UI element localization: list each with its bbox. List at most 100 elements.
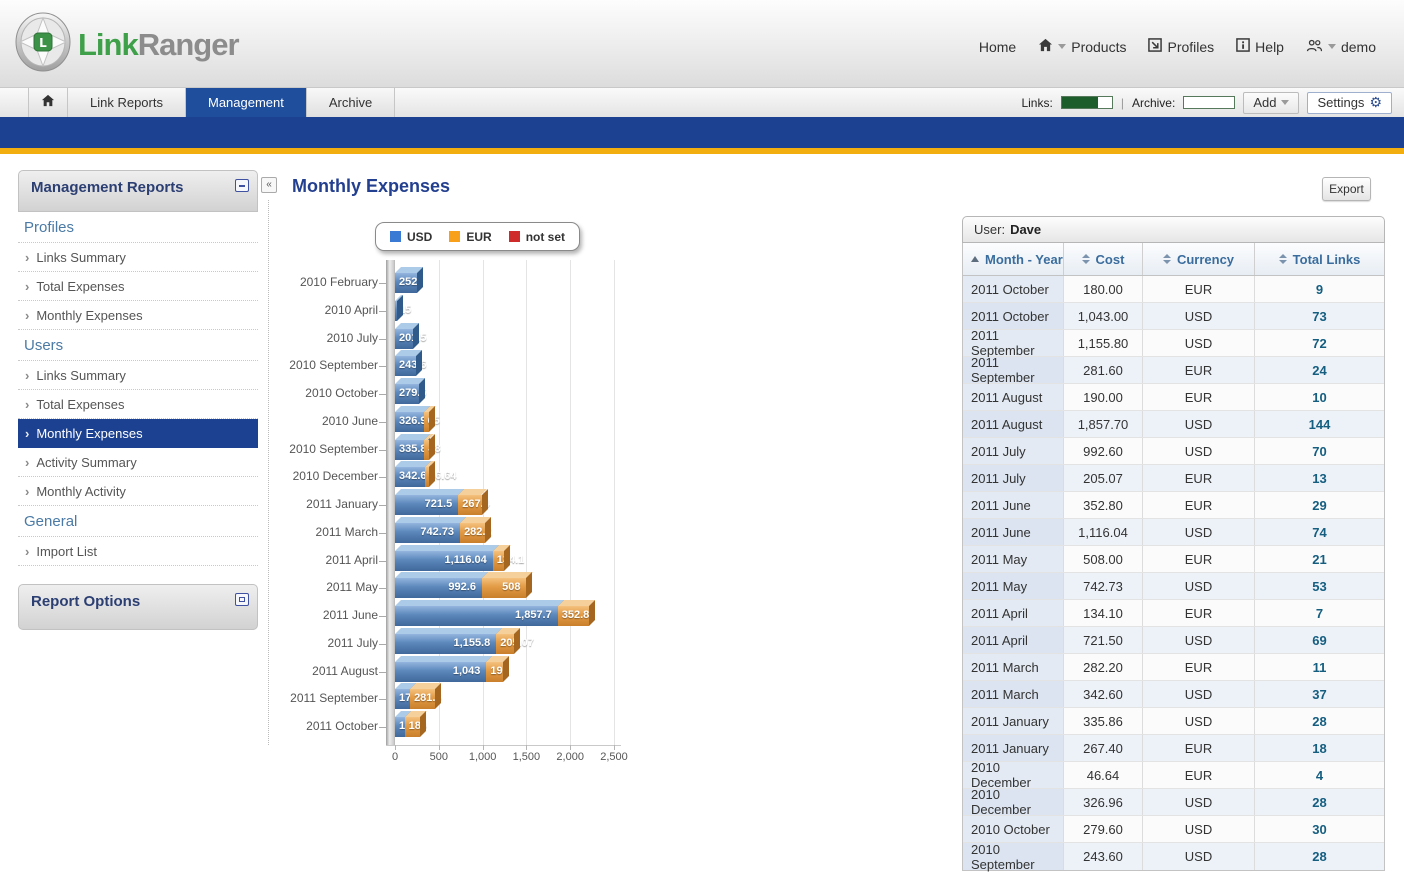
bar-value-label: 65 [428,415,440,427]
bar-value-label: 252 [399,276,417,288]
sort-icon [1279,254,1287,264]
column-header-month-year[interactable]: Month - Year [963,243,1063,275]
chart-bar-eur: 205.07 [496,634,514,654]
sidebar-section-users: Users [18,330,258,361]
chart-bar-eur: 180 [405,717,421,737]
management-reports-panel: Management Reports Profiles›Links Summar… [18,170,258,566]
bar-value-label: 282.2 [464,526,492,538]
sidebar-item-users-activity-summary[interactable]: ›Activity Summary [18,448,258,477]
users-icon [1306,39,1323,55]
cell-total-links: 30 [1254,816,1384,842]
sidebar-item-profiles-total-expenses[interactable]: ›Total Expenses [18,272,258,301]
brand-name: LinkRanger [78,27,239,63]
bar-value-label: 721.5 [399,498,452,510]
chart-gridline [570,260,571,745]
home-tab-icon [41,88,55,117]
chart-axis-tick [526,745,527,750]
chart-category-label: 2010 October [256,386,378,400]
chart-bar-eur: 134.1 [493,551,505,571]
bar-value-label: 172 [399,692,417,704]
chart-category-tick [379,477,386,478]
sidebar-item-profiles-links-summary[interactable]: ›Links Summary [18,243,258,272]
tab-management[interactable]: Management [186,88,307,117]
cell-total-links: 69 [1254,627,1384,653]
bar-value-label: 508 [486,581,521,593]
sidebar-item-users-monthly-activity[interactable]: ›Monthly Activity [18,477,258,506]
chevron-right-icon: › [25,361,29,390]
add-button[interactable]: Add [1243,92,1299,114]
links-progress-bar [1061,96,1113,109]
cell-month-year: 2011 July [963,438,1063,464]
settings-button[interactable]: Settings⚙ [1307,92,1392,114]
column-label: Total Links [1293,252,1361,267]
column-header-cost[interactable]: Cost [1063,243,1142,275]
sidebar-item-users-links-summary[interactable]: ›Links Summary [18,361,258,390]
sidebar-item-users-total-expenses[interactable]: ›Total Expenses [18,390,258,419]
sidebar-item-label: Monthly Expenses [36,301,142,330]
table-row: 2010 December326.96USD28 [963,789,1384,816]
minimize-icon[interactable] [235,179,249,192]
chart-category-tick [379,533,386,534]
table-row: 2011 March282.20EUR11 [963,654,1384,681]
cell-month-year: 2011 April [963,600,1063,626]
header-band [0,117,1404,148]
cell-month-year: 2011 April [963,627,1063,653]
nav-home[interactable]: Home [973,37,1022,57]
restore-icon[interactable] [235,593,249,606]
chart-bar-usd: 243.6 [395,356,416,376]
column-header-total-links[interactable]: Total Links [1254,243,1384,275]
sidebar-menu: Profiles›Links Summary›Total Expenses›Mo… [18,212,258,566]
chart-category-label: 2011 July [256,636,378,650]
cell-cost: 742.73 [1063,573,1142,599]
chart-category-tick [379,450,386,451]
cell-cost: 335.86 [1063,708,1142,734]
chart-gridline [526,260,527,745]
bar-value-label: 1,155.8 [399,637,490,649]
table-row: 2010 December46.64EUR4 [963,762,1384,789]
nav-help[interactable]: Help [1230,36,1290,57]
x-axis-tick-label: 500 [414,751,464,763]
chart-category-label: 2011 March [256,525,378,539]
tab-link-reports[interactable]: Link Reports [68,88,186,117]
cell-currency: EUR [1142,276,1254,302]
cell-total-links: 29 [1254,492,1384,518]
sidebar-item-profiles-monthly-expenses[interactable]: ›Monthly Expenses [18,301,258,330]
nav-user-menu[interactable]: demo [1300,37,1382,57]
cell-total-links: 144 [1254,411,1384,437]
legend-swatch [449,231,460,242]
cell-month-year: 2011 January [963,708,1063,734]
chart-bar-usd: 201.5 [395,329,413,349]
chart-bar-eur: 190 [486,662,503,682]
panel-title: Report Options [31,593,140,610]
sidebar-item-general-import-list[interactable]: ›Import List [18,537,258,566]
tab-home[interactable] [28,88,68,117]
sidebar-item-users-monthly-expenses[interactable]: ›Monthly Expenses [18,419,258,448]
nav-profiles[interactable]: Profiles [1142,36,1220,57]
sidebar-collapse-button[interactable]: « [261,177,277,193]
cell-total-links: 4 [1254,762,1384,788]
cell-currency: EUR [1142,492,1254,518]
chart-category-label: 2010 September [256,358,378,372]
chart-category-label: 2011 September [256,691,378,705]
column-header-currency[interactable]: Currency [1142,243,1254,275]
bar-value-label: 201.5 [399,332,427,344]
table-row: 2011 July992.60USD70 [963,438,1384,465]
cell-currency: USD [1142,816,1254,842]
bar-value-label: 335.86 [399,443,433,455]
export-button[interactable]: Export [1322,177,1371,201]
bar-value-label: 279.6 [399,387,427,399]
chart-bar-usd: 252 [395,273,417,293]
cell-cost: 46.64 [1063,762,1142,788]
x-axis-tick-label: 2,500 [589,751,639,763]
cell-currency: USD [1142,438,1254,464]
tab-archive[interactable]: Archive [307,88,395,117]
sidebar-item-label: Total Expenses [36,390,124,419]
nav-products[interactable]: Products [1032,36,1132,57]
app-logo[interactable]: L LinkRanger [14,11,239,78]
sidebar-item-label: Activity Summary [36,448,136,477]
cell-cost: 190.00 [1063,384,1142,410]
cell-month-year: 2011 September [963,330,1063,356]
cell-total-links: 28 [1254,843,1384,870]
chart-category-label: 2010 June [256,414,378,428]
bar-value-label: 342.64 [399,470,433,482]
